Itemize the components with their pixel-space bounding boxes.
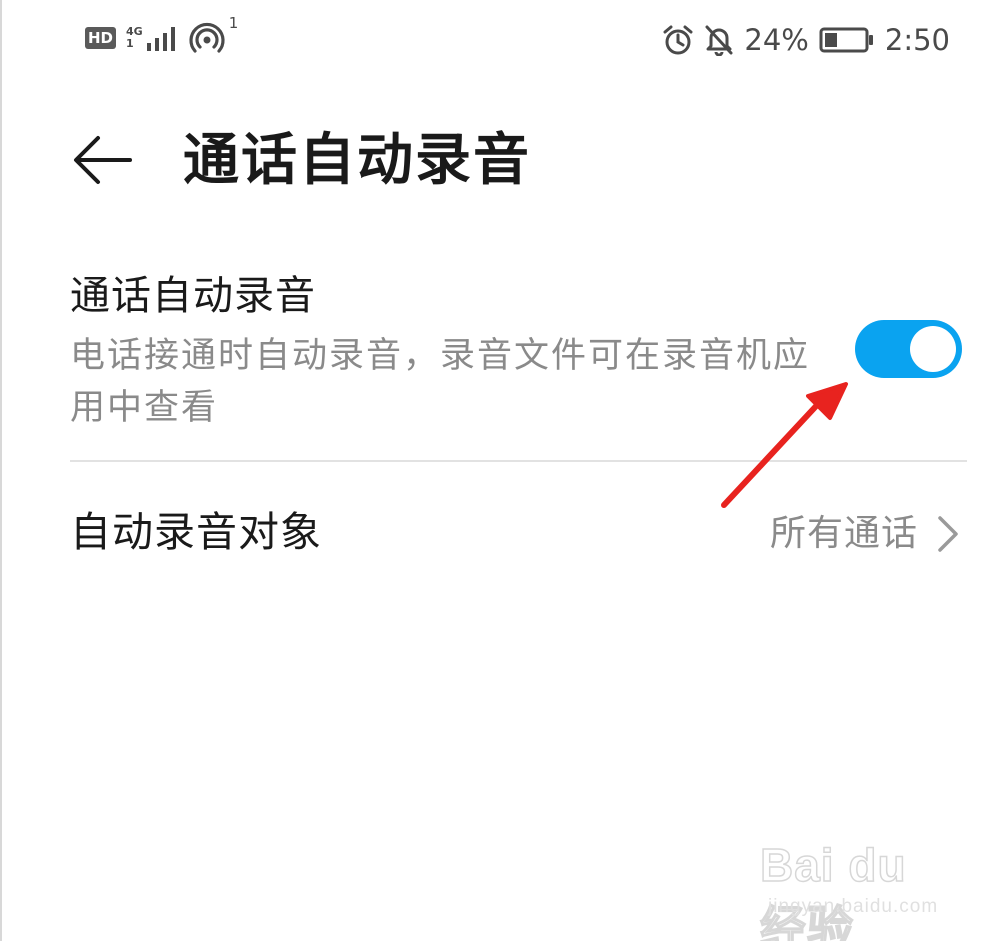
battery-icon	[819, 26, 875, 54]
baidu-watermark: Bai du 经验 jingyan.baidu.com	[759, 830, 960, 941]
record-target-value: 所有通话	[769, 513, 918, 554]
auto-record-setting: 通话自动录音 电话接通时自动录音，录音文件可在录音机应用中查看	[0, 258, 1000, 458]
record-target-setting[interactable]: 自动录音对象 所有通话	[0, 490, 1000, 580]
auto-record-toggle[interactable]	[855, 320, 962, 378]
hotspot-icon	[189, 22, 225, 53]
watermark-main: Bai du 经验	[759, 838, 907, 941]
auto-record-description: 电话接通时自动录音，录音文件可在录音机应用中查看	[70, 336, 811, 428]
watermark-sub: jingyan.baidu.com	[768, 896, 939, 917]
chevron-right-icon	[938, 516, 958, 552]
network-type: 4G 1	[126, 26, 143, 50]
mute-bell-icon	[704, 24, 734, 56]
alarm-icon	[662, 24, 694, 56]
status-right: 24% 2:50	[652, 18, 950, 62]
divider	[70, 460, 967, 462]
clock-time: 2:50	[884, 23, 950, 57]
hotspot-count: 1	[228, 14, 239, 32]
app-header: 通话自动录音	[0, 120, 1000, 200]
sim-slot-label: 1	[126, 37, 134, 50]
page-title: 通话自动录音	[183, 128, 531, 193]
status-bar: HD 4G 1 1 24% 2:50	[0, 0, 1000, 80]
toggle-knob	[910, 326, 956, 372]
signal-icon	[146, 27, 175, 51]
settings-screen: HD 4G 1 1 24% 2:50 通话自动录音 通话自动录音 电话接通时自动…	[0, 0, 1000, 941]
auto-record-title: 通话自动录音	[70, 273, 316, 319]
arrow-left-icon[interactable]	[70, 132, 134, 188]
battery-percent: 24%	[744, 23, 809, 57]
hd-badge: HD	[85, 27, 117, 49]
record-target-title: 自动录音对象	[70, 508, 322, 556]
status-left: HD 4G 1 1	[85, 14, 238, 58]
